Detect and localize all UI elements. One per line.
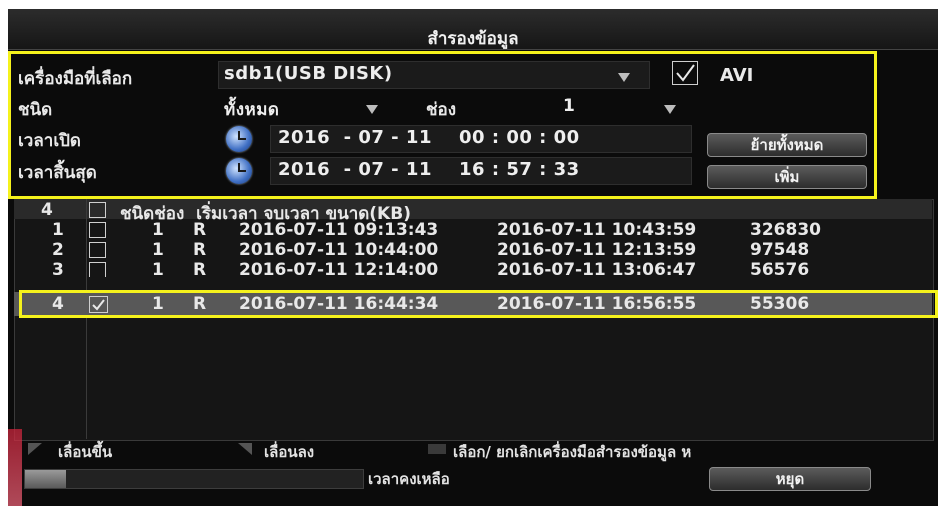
select-all-checkbox[interactable] (89, 202, 106, 218)
backup-progress-bar (24, 469, 364, 489)
row-index: 3 (52, 260, 64, 277)
row-channel: 1 (152, 260, 164, 277)
dialog-title: สำรองข้อมูล (427, 29, 519, 49)
row-index: 1 (52, 220, 64, 240)
toggle-device-icon[interactable] (428, 444, 446, 454)
row-start-time: 2016-07-11 10:44:00 (239, 240, 439, 260)
row-checkbox[interactable] (89, 222, 106, 238)
table-row[interactable]: 3 1 R 2016-07-11 12:14:00 2016-07-11 13:… (14, 260, 932, 277)
row-type: R (193, 240, 207, 260)
select-device-hint: เลือก/ ยกเลิกเครื่องมือสำรองข้อมูล ห (453, 443, 692, 461)
scroll-up-label[interactable]: เลื่อนขึ้น (58, 440, 112, 464)
table-row[interactable]: 1 1 R 2016-07-11 09:13:43 2016-07-11 10:… (14, 220, 932, 240)
highlight-box (19, 290, 938, 318)
highlight-box (8, 51, 877, 199)
progress-fill (25, 470, 66, 488)
scroll-up-icon[interactable] (28, 443, 42, 455)
remaining-time-label: เวลาคงเหลือ (368, 470, 450, 488)
row-checkbox[interactable] (89, 262, 106, 277)
scroll-down-icon[interactable] (238, 443, 252, 455)
row-checkbox[interactable] (89, 242, 106, 258)
table-row[interactable]: 2 1 R 2016-07-11 10:44:00 2016-07-11 12:… (14, 240, 932, 260)
stop-button[interactable]: หยุด (709, 467, 871, 491)
row-type: R (193, 220, 207, 240)
row-index: 2 (52, 240, 64, 260)
row-size: 326830 (750, 220, 821, 240)
row-end-time: 2016-07-11 12:13:59 (497, 240, 697, 260)
row-size: 56576 (750, 260, 810, 277)
row-type: R (193, 260, 207, 277)
file-count: 4 (41, 200, 53, 220)
row-channel: 1 (152, 220, 164, 240)
row-start-time: 2016-07-11 12:14:00 (239, 260, 439, 277)
row-channel: 1 (152, 240, 164, 260)
edge-decoration (8, 429, 22, 506)
row-end-time: 2016-07-11 10:43:59 (497, 220, 697, 240)
scroll-down-label[interactable]: เลื่อนลง (264, 440, 314, 464)
backup-dialog: สำรองข้อมูล เครื่องมือที่เลือก sdb1(USB … (8, 9, 938, 506)
row-start-time: 2016-07-11 09:13:43 (239, 220, 439, 240)
row-end-time: 2016-07-11 13:06:47 (497, 260, 697, 277)
row-size: 97548 (750, 240, 810, 260)
